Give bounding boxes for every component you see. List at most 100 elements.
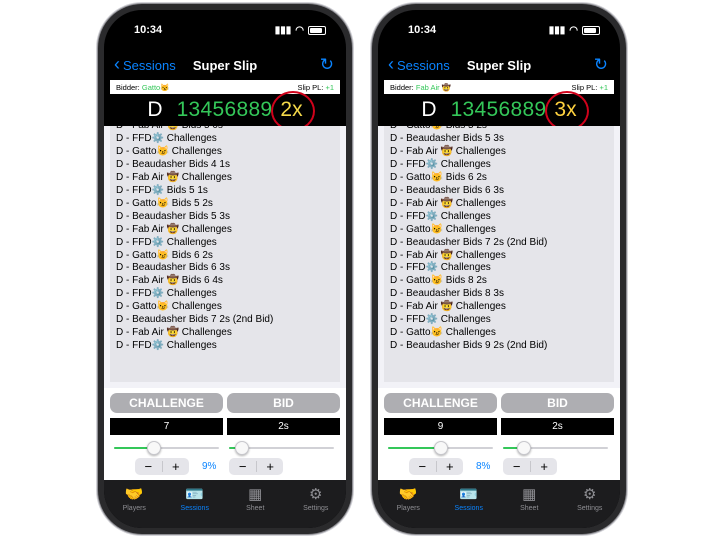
plus-button[interactable]: + [163, 458, 190, 475]
count-value: 9 [384, 418, 497, 435]
controls: CHALLENGE BID 9 2s − + 8% − + [378, 388, 620, 480]
slip-value: +1 [325, 82, 334, 92]
count-slider[interactable] [388, 441, 493, 455]
minus-button[interactable]: − [229, 458, 256, 475]
nav-bar: ‹ Sessions Super Slip ↻ [378, 50, 620, 80]
bidder-label: Bidder: [390, 82, 414, 92]
face-value: 2s [227, 418, 340, 435]
challenge-button[interactable]: CHALLENGE [384, 393, 497, 413]
tab-sessions[interactable]: 🪪 Sessions [165, 480, 226, 528]
log-entry: D - Gatto😼 Bids 6 2s [390, 171, 487, 183]
log-list[interactable]: D - Fab Air 🤠 Bids 5 0s D - FFD⚙️ Challen… [110, 126, 340, 382]
log-entry: D - Fab Air 🤠 Bids 5 0s [116, 126, 340, 133]
face-stepper[interactable]: − + [229, 457, 284, 475]
id-card-icon: 🪪 [459, 486, 479, 503]
grid-icon: ▦ [522, 486, 537, 503]
handshake-icon: 🤝 [398, 486, 418, 503]
status-time: 10:34 [134, 24, 163, 36]
signal-icon: ▮▮▮ [548, 24, 566, 36]
log-entry: D - FFD⚙️ Challenges [390, 210, 491, 222]
minus-button[interactable]: − [409, 458, 436, 475]
log-list[interactable]: D - Gatto😼 Bids 5 2sD - Beaudasher Bids … [384, 126, 614, 382]
tab-settings[interactable]: ⚙ Settings [560, 480, 621, 528]
score-number: 13456889 [176, 98, 273, 121]
handshake-icon: 🤝 [124, 486, 144, 503]
chevron-left-icon: ‹ [114, 54, 120, 74]
tab-sessions[interactable]: 🪪 Sessions [439, 480, 500, 528]
face-stepper[interactable]: − + [503, 457, 558, 475]
count-stepper[interactable]: − + [409, 457, 464, 475]
score-bar: D 13456889 3x [378, 91, 620, 131]
log-entry: D - Gatto😼 Bids 5 2s [116, 197, 213, 209]
log-entry: D - FFD⚙️ Challenges [390, 158, 491, 170]
back-label: Sessions [397, 57, 450, 73]
tab-sheet[interactable]: ▦ Sheet [499, 480, 560, 528]
wifi-icon: ◠ [569, 24, 578, 36]
phone-left: 10:34 ▮▮▮ ◠ ‹ Sessions Super Slip ↻ Bidd… [98, 4, 352, 534]
log-area[interactable]: D - Fab Air 🤠 Bids 5 0s D - FFD⚙️ Challen… [104, 126, 346, 388]
plus-button[interactable]: + [531, 458, 558, 475]
tab-settings[interactable]: ⚙ Settings [286, 480, 347, 528]
tab-sheet[interactable]: ▦ Sheet [225, 480, 286, 528]
slider-knob[interactable] [433, 441, 448, 455]
gear-icon: ⚙ [583, 486, 597, 503]
slider-knob[interactable] [517, 441, 531, 455]
log-entry: D - FFD⚙️ Bids 5 1s [116, 184, 208, 196]
screen: 10:34 ▮▮▮ ◠ ‹ Sessions Super Slip ↻ Bidd… [378, 10, 620, 528]
score-prefix: D [421, 98, 437, 121]
face-value: 2s [501, 418, 614, 435]
log-entry: D - Gatto😼 Bids 6 2s [116, 249, 213, 261]
log-entry: D - Beaudasher Bids 7 2s (2nd Bid) [390, 236, 548, 248]
log-area[interactable]: D - Gatto😼 Bids 5 2sD - Beaudasher Bids … [378, 126, 620, 388]
back-label: Sessions [123, 57, 176, 73]
log-entry: D - Gatto😼 Bids 5 2s [390, 126, 614, 133]
chevron-left-icon: ‹ [388, 54, 394, 74]
back-button[interactable]: ‹ Sessions [388, 54, 450, 74]
minus-button[interactable]: − [503, 458, 530, 475]
tab-players[interactable]: 🤝 Players [104, 480, 165, 528]
tab-bar: 🤝 Players 🪪 Sessions ▦ Sheet ⚙ Settings [378, 480, 620, 528]
screen: 10:34 ▮▮▮ ◠ ‹ Sessions Super Slip ↻ Bidd… [104, 10, 346, 528]
dynamic-island [468, 19, 530, 36]
log-entry: D - Beaudasher Bids 5 3s [116, 210, 230, 222]
tab-players[interactable]: 🤝 Players [378, 480, 439, 528]
slider-knob[interactable] [146, 441, 161, 455]
minus-button[interactable]: − [135, 458, 162, 475]
log-entry: D - FFD⚙️ Challenges [116, 340, 217, 352]
log-entry: D - FFD⚙️ Challenges [390, 314, 491, 326]
count-stepper[interactable]: − + [135, 457, 190, 475]
face-slider[interactable] [503, 441, 608, 455]
bidder-label: Bidder: [116, 82, 140, 92]
score-bar: D 13456889 2x [104, 91, 346, 131]
count-slider[interactable] [114, 441, 219, 455]
log-entry: D - Beaudasher Bids 6 3s [390, 184, 504, 196]
dynamic-island [194, 19, 256, 36]
log-entry: D - Beaudasher Bids 4 1s [116, 158, 230, 170]
log-entry: D - FFD⚙️ Challenges [116, 288, 217, 300]
slider-knob[interactable] [234, 441, 249, 455]
wifi-icon: ◠ [295, 24, 304, 36]
challenge-button[interactable]: CHALLENGE [110, 393, 223, 413]
signal-icon: ▮▮▮ [274, 24, 292, 36]
log-entry: D - Gatto😼 Challenges [390, 327, 496, 339]
refresh-icon[interactable]: ↻ [594, 55, 608, 75]
multiplier: 3x [545, 91, 590, 131]
info-bar: Bidder: Fab Air 🤠 Slip PL: +1 [384, 80, 614, 94]
plus-button[interactable]: + [257, 458, 284, 475]
face-slider[interactable] [229, 441, 334, 455]
gear-icon: ⚙ [309, 486, 323, 503]
slip-label: Slip PL: [297, 82, 324, 92]
log-entry: D - Fab Air 🤠 Challenges [390, 249, 506, 261]
log-entry: D - FFD⚙️ Challenges [116, 236, 217, 248]
log-entry: D - Beaudasher Bids 7 2s (2nd Bid) [116, 314, 274, 326]
log-entry: D - Fab Air 🤠 Challenges [390, 145, 506, 157]
refresh-icon[interactable]: ↻ [320, 55, 334, 75]
log-entry: D - Beaudasher Bids 5 3s [390, 132, 504, 144]
bid-button[interactable]: BID [227, 393, 340, 413]
log-entry: D - Gatto😼 Challenges [116, 145, 222, 157]
battery-icon [308, 25, 326, 35]
back-button[interactable]: ‹ Sessions [114, 54, 176, 74]
bid-button[interactable]: BID [501, 393, 614, 413]
log-entry: D - Beaudasher Bids 8 3s [390, 288, 504, 300]
plus-button[interactable]: + [437, 458, 464, 475]
